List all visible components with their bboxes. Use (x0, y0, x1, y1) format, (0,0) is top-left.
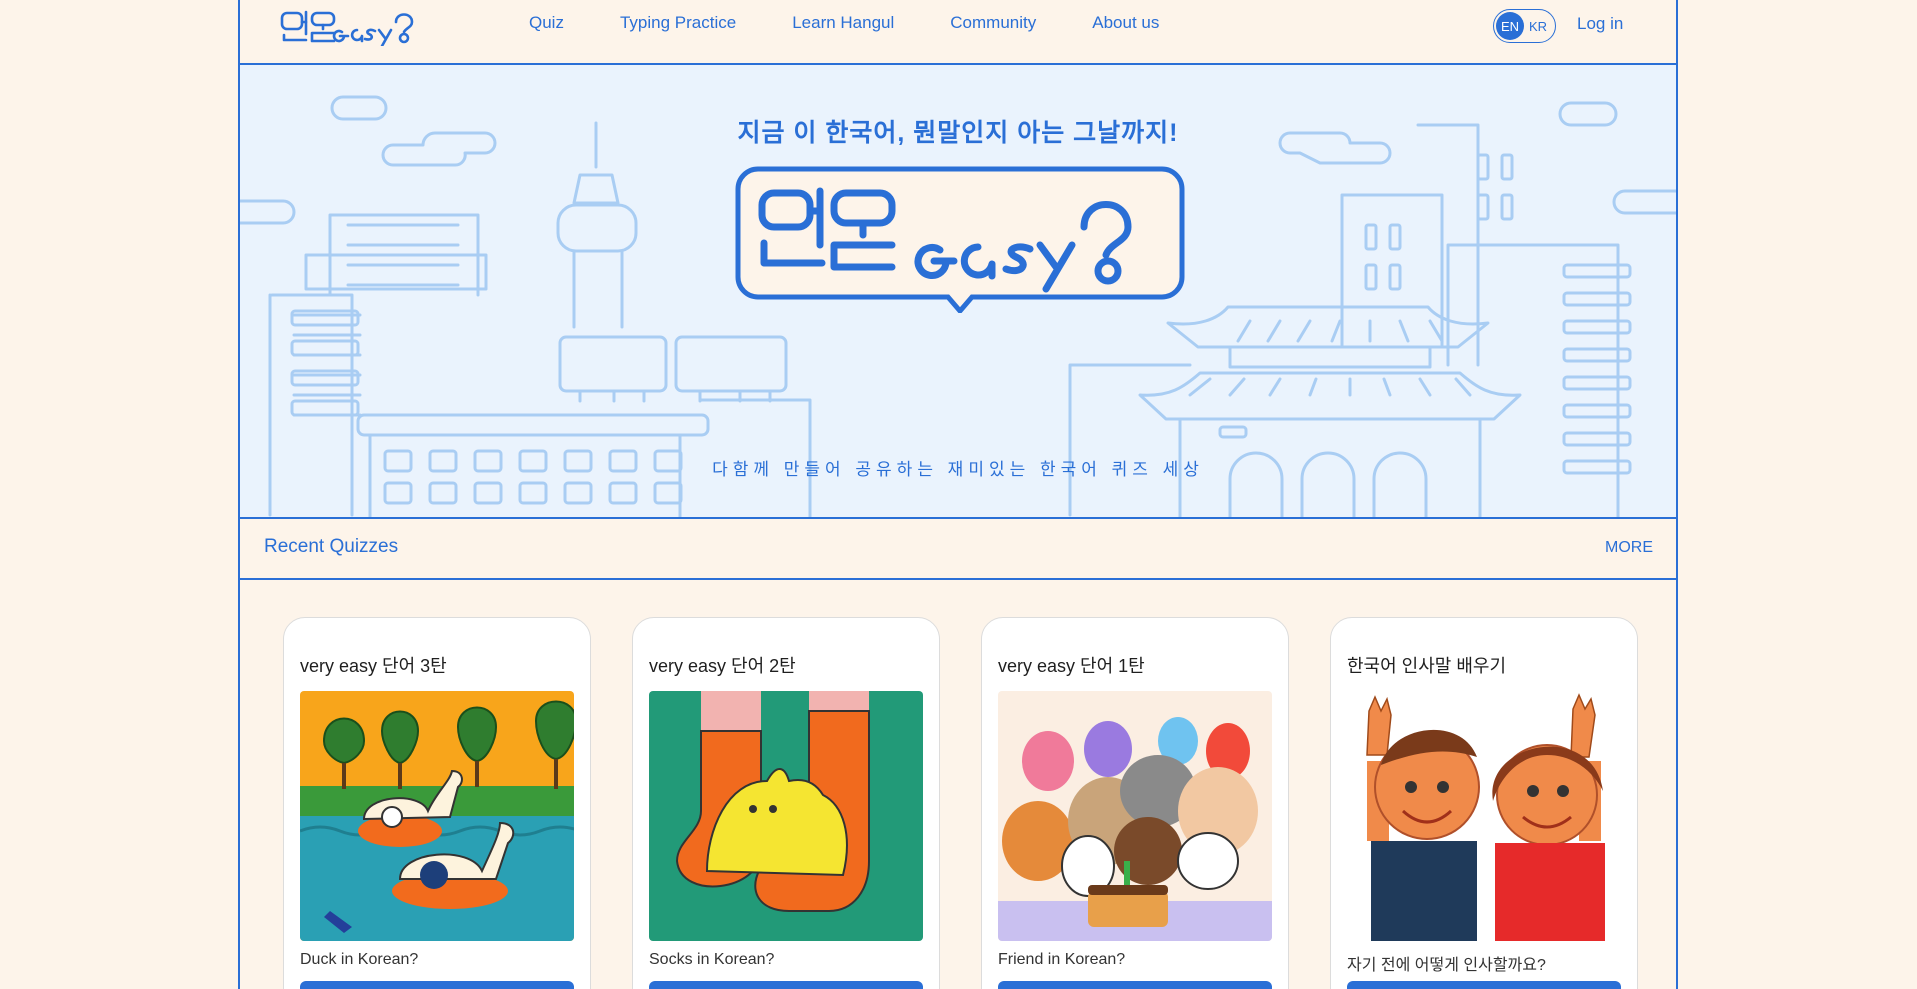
top-navbar: Quiz Typing Practice Learn Hangul Commun… (240, 0, 1676, 65)
quiz-card-title: very easy 단어 3탄 (300, 656, 447, 676)
quiz-card-title: very easy 단어 2탄 (649, 656, 796, 676)
logo-mark (280, 10, 414, 48)
friends-party-illustration (998, 691, 1272, 941)
quiz-card-image-friends[interactable] (998, 691, 1272, 941)
start-quiz-button[interactable] (300, 981, 574, 989)
lang-option-en[interactable]: EN (1496, 12, 1524, 40)
main-nav: Quiz Typing Practice Learn Hangul Commun… (529, 13, 1215, 33)
nav-link-community[interactable]: Community (950, 13, 1036, 33)
nav-link-quiz[interactable]: Quiz (529, 13, 564, 33)
quiz-card[interactable]: very easy 단어 1탄 Friend in Korean? (981, 617, 1289, 989)
page-frame: Quiz Typing Practice Learn Hangul Commun… (238, 0, 1678, 989)
quiz-card-description: 자기 전에 어떻게 인사할까요? (1347, 957, 1546, 974)
site-logo[interactable] (278, 8, 438, 51)
hero-logo (734, 165, 1186, 318)
hero-subtitle: 다함께 만들어 공유하는 재미있는 한국어 퀴즈 세상 (712, 460, 1204, 479)
quiz-card-description: Duck in Korean? (300, 951, 419, 968)
hero-logo-speech-bubble (735, 166, 1185, 315)
more-link[interactable]: MORE (1605, 539, 1653, 557)
section-title: Recent Quizzes (264, 536, 399, 557)
cat-socks-illustration (649, 691, 923, 941)
start-quiz-button[interactable] (649, 981, 923, 989)
quiz-card-image-socks[interactable] (649, 691, 923, 941)
ducks-pond-illustration (300, 691, 574, 941)
login-link[interactable]: Log in (1577, 14, 1623, 34)
quiz-card[interactable]: 한국어 인사말 배우기 자기 전에 어떻게 인사할까요? (1330, 617, 1638, 989)
quiz-card-image-greetings[interactable] (1347, 691, 1621, 941)
nav-link-about-us[interactable]: About us (1092, 13, 1159, 33)
quiz-card-description: Socks in Korean? (649, 951, 775, 968)
quiz-card-description: Friend in Korean? (998, 951, 1126, 968)
start-quiz-button[interactable] (998, 981, 1272, 989)
two-kids-waving-illustration (1347, 691, 1621, 941)
quiz-card-title: 한국어 인사말 배우기 (1347, 656, 1507, 676)
hero-banner: 지금 이 한국어, 뭔말인지 아는 그날까지! 다함께 만들어 공유하는 재미있… (240, 65, 1676, 519)
recent-quizzes-header: Recent Quizzes MORE (240, 519, 1676, 580)
hero-tagline: 지금 이 한국어, 뭔말인지 아는 그날까지! (737, 119, 1179, 147)
quiz-card[interactable]: very easy 단어 3탄 Duck in Korean? (283, 617, 591, 989)
quiz-card-title: very easy 단어 1탄 (998, 656, 1145, 676)
language-toggle[interactable]: EN KR (1493, 9, 1556, 43)
start-quiz-button[interactable] (1347, 981, 1621, 989)
lang-option-kr[interactable]: KR (1529, 19, 1547, 34)
nav-link-typing-practice[interactable]: Typing Practice (620, 13, 736, 33)
nav-link-learn-hangul[interactable]: Learn Hangul (792, 13, 894, 33)
quiz-card-image-ducks[interactable] (300, 691, 574, 941)
quiz-card[interactable]: very easy 단어 2탄 Socks in Korean? (632, 617, 940, 989)
